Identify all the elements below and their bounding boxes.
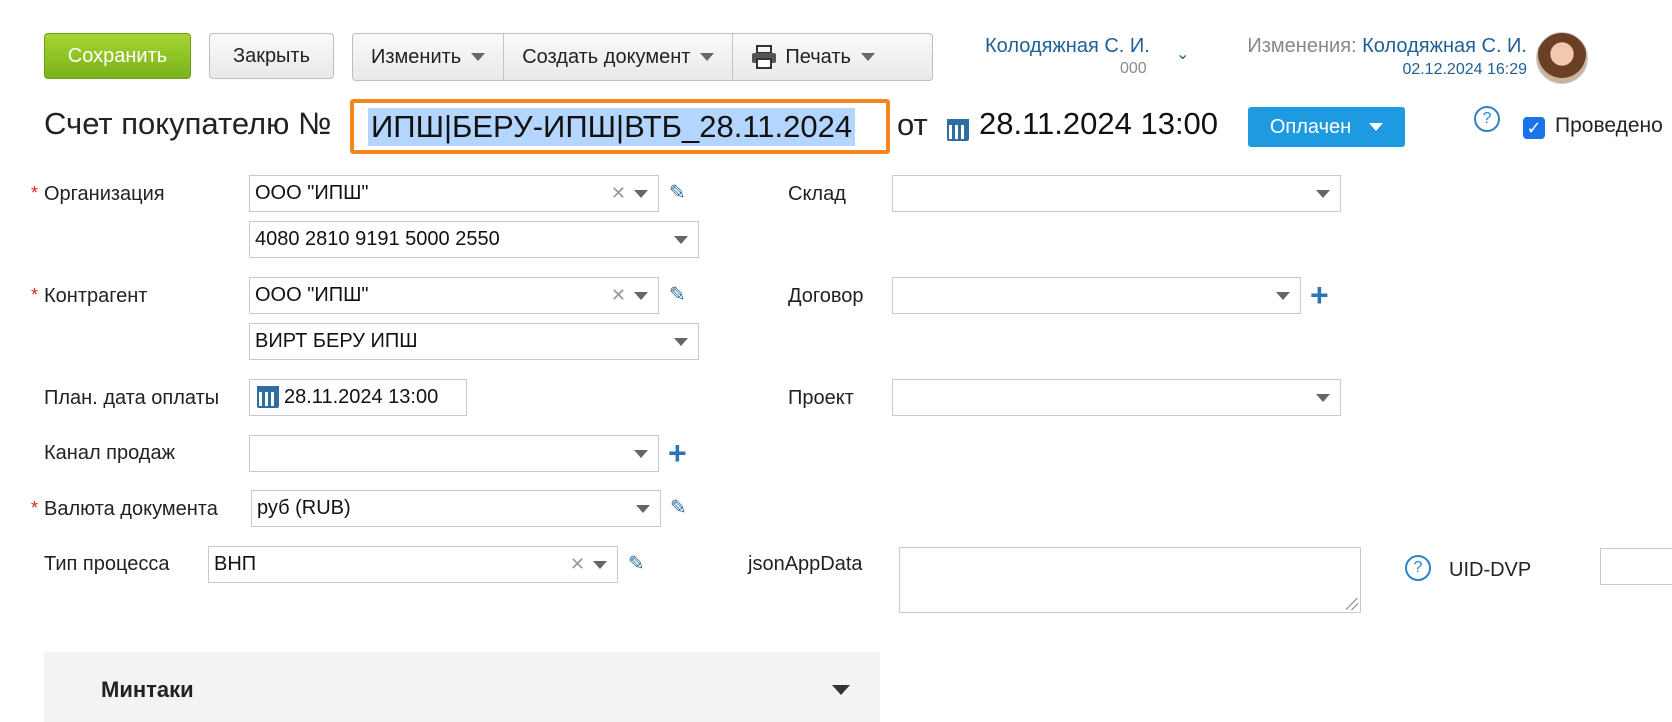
calendar-icon[interactable] [257, 386, 279, 408]
chevron-down-icon [860, 53, 875, 61]
contractor-label: Контрагент [44, 285, 148, 307]
contract-label: Договор [788, 285, 864, 307]
chevron-down-icon [1369, 123, 1384, 131]
resize-handle-icon[interactable] [1346, 598, 1358, 610]
currency-select[interactable]: руб (RUB) [251, 490, 661, 527]
uid-dvp-input[interactable] [1600, 548, 1672, 585]
add-sales-channel-icon[interactable]: + [668, 437, 687, 469]
action-button-group: Изменить Создать документ Печать [352, 33, 933, 81]
print-dropdown-button[interactable]: Печать [733, 34, 893, 80]
calendar-icon[interactable] [947, 119, 969, 141]
json-app-data-label: jsonAppData [748, 553, 863, 575]
printer-icon [752, 45, 777, 69]
changes-date: 02.12.2024 16:29 [1402, 61, 1527, 78]
pay-date-input[interactable]: 28.11.2024 13:00 [249, 379, 467, 416]
chevron-down-icon[interactable] [1316, 393, 1330, 402]
document-number-value: ИПШ|БЕРУ-ИПШ|ВТБ_28.11.2024 [368, 107, 856, 146]
changes-author-link[interactable]: Колодяжная С. И. [1362, 35, 1527, 57]
clear-icon[interactable]: ✕ [611, 285, 626, 306]
required-marker: * [31, 183, 39, 203]
organization-label: Организация [44, 183, 165, 205]
clear-icon[interactable]: ✕ [611, 183, 626, 204]
save-button[interactable]: Сохранить [44, 33, 191, 79]
avatar[interactable] [1536, 32, 1588, 84]
changes-prefix: Изменения: [1247, 35, 1357, 57]
organization-select[interactable]: ООО "ИПШ" ✕ [249, 175, 659, 212]
posted-label: Проведено [1555, 114, 1663, 137]
project-label: Проект [788, 387, 854, 409]
current-user-link[interactable]: Колодяжная С. И. [985, 35, 1150, 58]
sales-channel-select[interactable] [249, 435, 659, 472]
chevron-down-icon[interactable] [636, 504, 650, 513]
create-document-dropdown-button[interactable]: Создать документ [504, 34, 734, 80]
document-date[interactable]: 28.11.2024 13:00 [979, 106, 1218, 142]
pay-date-label: План. дата оплаты [44, 387, 220, 409]
process-type-select[interactable]: ВНП ✕ [208, 546, 618, 583]
bank-account-select[interactable]: 4080 2810 9191 5000 2550 [249, 221, 699, 258]
chevron-down-icon[interactable] [593, 560, 607, 569]
contractor-value: ООО "ИПШ" [255, 284, 369, 306]
page-title: Счет покупателю № [44, 106, 332, 141]
create-document-label: Создать документ [522, 45, 691, 68]
edit-pencil-icon[interactable]: ✎ [669, 182, 691, 204]
organization-value: ООО "ИПШ" [255, 182, 369, 204]
chevron-down-icon[interactable] [674, 337, 688, 346]
print-label: Печать [785, 45, 851, 68]
uid-dvp-label: UID-DVP [1449, 559, 1532, 581]
edit-pencil-icon[interactable]: ✎ [669, 284, 691, 306]
edit-pencil-icon[interactable]: ✎ [628, 553, 650, 575]
change-dropdown-button[interactable]: Изменить [353, 34, 505, 80]
process-type-value: ВНП [214, 553, 257, 575]
bank-account-value: 4080 2810 9191 5000 2550 [255, 228, 500, 250]
chevron-down-icon [471, 53, 486, 61]
changes-info: Изменения: Колодяжная С. И. [1247, 35, 1527, 58]
section-title: Минтаки [101, 677, 194, 702]
chevron-down-icon[interactable] [634, 189, 648, 198]
required-marker: * [31, 498, 39, 518]
currency-value: руб (RUB) [257, 497, 351, 519]
chevron-down-icon[interactable] [1276, 291, 1290, 300]
contractor-account-value: ВИРТ БЕРУ ИПШ [255, 330, 418, 352]
status-label: Оплачен [1269, 115, 1352, 138]
chevron-down-icon[interactable] [674, 235, 688, 244]
project-select[interactable] [892, 379, 1341, 416]
posted-checkbox[interactable]: ✓ [1523, 117, 1545, 139]
process-type-label: Тип процесса [44, 553, 170, 575]
edit-pencil-icon[interactable]: ✎ [670, 497, 692, 519]
status-dropdown-button[interactable]: Оплачен [1248, 107, 1405, 147]
chevron-down-icon[interactable] [832, 685, 850, 695]
chevron-down-icon[interactable] [634, 449, 648, 458]
change-label: Изменить [371, 45, 462, 68]
current-user-sub: 000 [1120, 60, 1147, 77]
required-marker: * [31, 285, 39, 305]
warehouse-select[interactable] [892, 175, 1341, 212]
pay-date-value: 28.11.2024 13:00 [284, 386, 439, 408]
clear-icon[interactable]: ✕ [570, 554, 585, 575]
chevron-down-icon[interactable]: ⌄ [1176, 44, 1189, 64]
document-number-input[interactable]: ИПШ|БЕРУ-ИПШ|ВТБ_28.11.2024 [350, 99, 890, 154]
chevron-down-icon[interactable] [1316, 189, 1330, 198]
sales-channel-label: Канал продаж [44, 442, 175, 464]
chevron-down-icon[interactable] [634, 291, 648, 300]
help-icon[interactable]: ? [1405, 555, 1431, 581]
currency-label: Валюта документа [44, 498, 218, 520]
chevron-down-icon [700, 53, 715, 61]
date-from-label: от [897, 107, 928, 142]
warehouse-label: Склад [788, 183, 846, 205]
help-icon[interactable]: ? [1474, 106, 1500, 132]
add-contract-icon[interactable]: + [1310, 279, 1329, 311]
close-button[interactable]: Закрыть [209, 33, 334, 79]
contractor-account-select[interactable]: ВИРТ БЕРУ ИПШ [249, 323, 699, 360]
contract-select[interactable] [892, 277, 1301, 314]
contractor-select[interactable]: ООО "ИПШ" ✕ [249, 277, 659, 314]
json-app-data-textarea[interactable] [899, 547, 1361, 613]
